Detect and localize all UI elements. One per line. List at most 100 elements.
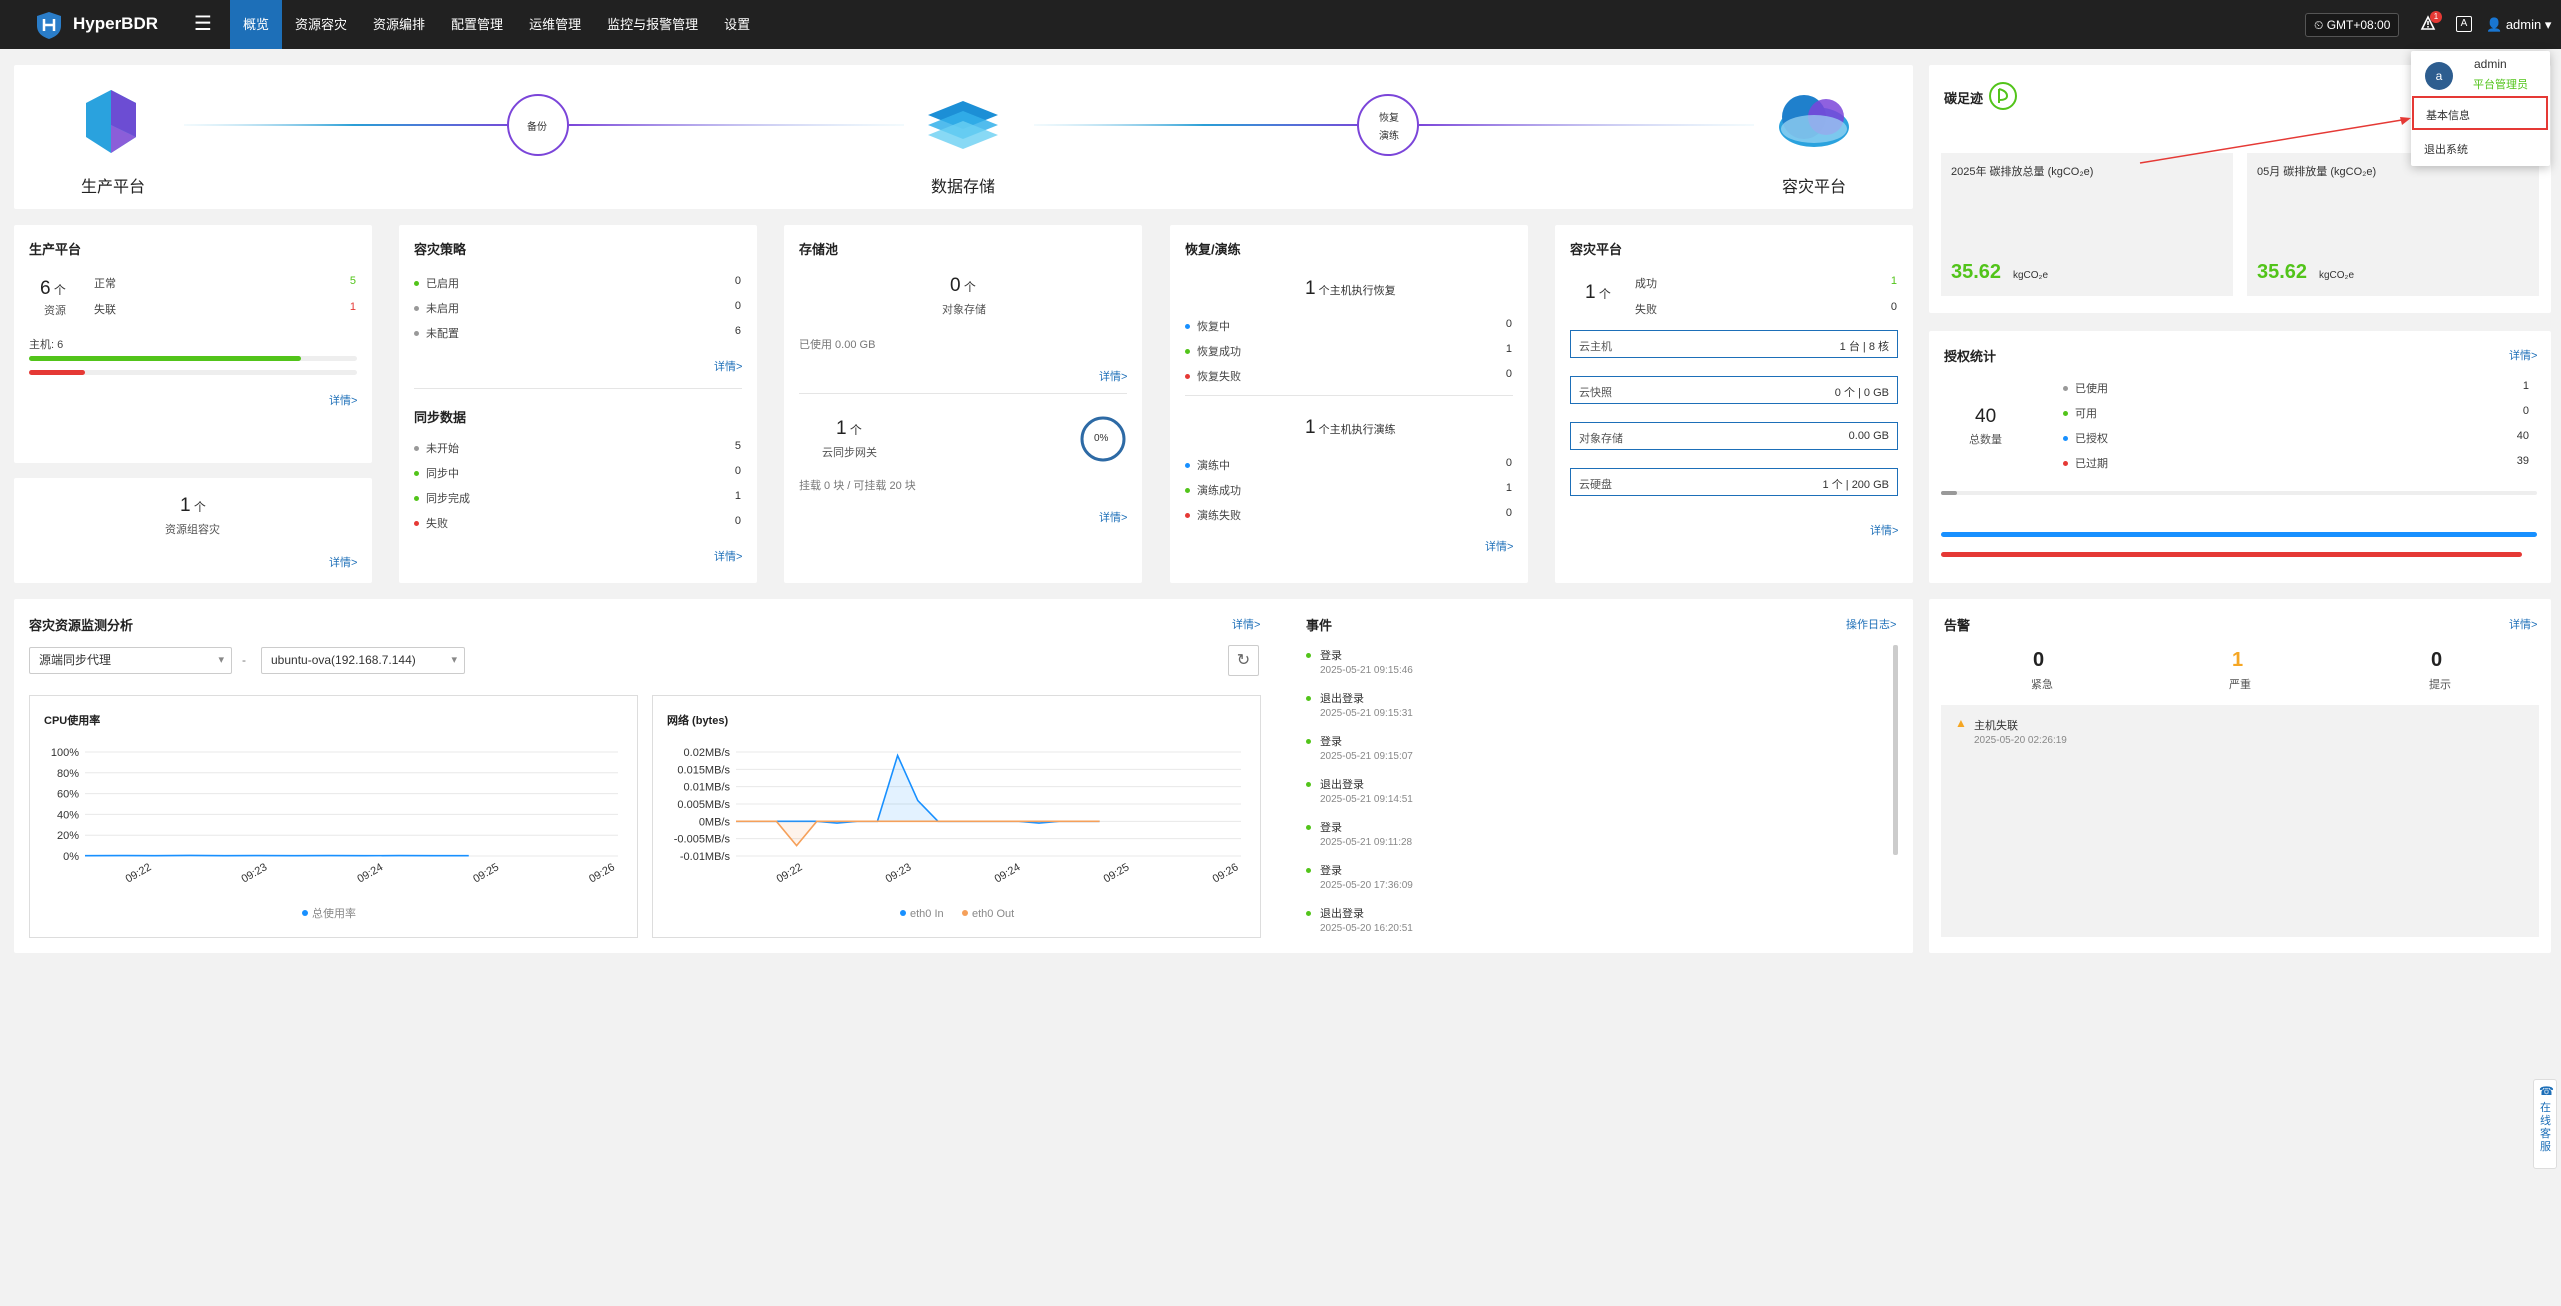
recovery-detail-link[interactable]: 详情> xyxy=(1485,538,1513,554)
carbon-year-box: 2025年 碳排放总量 (kgCO₂e) 35.62 kgCO₂e xyxy=(1941,153,2233,296)
legend-label: eth0 In xyxy=(910,908,944,920)
menu-item-profile[interactable]: 基本信息 xyxy=(2412,96,2548,130)
event-time: 2025-05-20 17:36:09 xyxy=(1320,880,1413,891)
group-detail-link[interactable]: 详情> xyxy=(329,554,357,570)
event-name: 登录 xyxy=(1320,865,1342,877)
event-item[interactable]: 登录 2025-05-20 17:36:09 xyxy=(1306,862,1866,900)
policy-detail-link[interactable]: 详情> xyxy=(714,358,742,374)
alert-time: 2025-05-20 02:26:19 xyxy=(1974,735,2067,746)
cloud-host-box[interactable]: 云主机 1 台 | 8 核 xyxy=(1570,330,1898,358)
refresh-button[interactable]: ↻ xyxy=(1228,645,1259,676)
normal-value: 5 xyxy=(349,275,356,287)
nav-ops[interactable]: 运维管理 xyxy=(516,0,594,49)
storage-detail-link[interactable]: 详情> xyxy=(1099,368,1127,384)
carbon-month-value: 35.62 xyxy=(2257,261,2308,283)
production-title: 生产平台 xyxy=(29,242,82,257)
event-item[interactable]: 登录 2025-05-21 09:15:46 xyxy=(1306,647,1866,685)
nav-orchestration[interactable]: 资源编排 xyxy=(360,0,438,49)
event-item[interactable]: 退出登录 2025-05-20 16:20:51 xyxy=(1306,905,1866,943)
policy-title: 容灾策略 xyxy=(414,242,467,257)
license-authorized-bar xyxy=(1941,532,2537,537)
group-count: 1 xyxy=(180,495,191,516)
normal-bar xyxy=(29,356,302,361)
online-service-button[interactable]: ☎ 在线客服 xyxy=(2533,1079,2557,1169)
menu-item-logout[interactable]: 退出系统 xyxy=(2412,133,2548,161)
sync-title: 同步数据 xyxy=(414,410,467,425)
carbon-year-unit: kgCO₂e xyxy=(2013,270,2049,281)
event-name: 登录 xyxy=(1320,822,1342,834)
gateway-label: 云同步网关 xyxy=(822,447,877,459)
alerts-detail-link[interactable]: 详情> xyxy=(2509,616,2537,632)
carbon-year-label: 2025年 碳排放总量 (kgCO₂e) xyxy=(1951,166,2094,178)
legend-label: eth0 Out xyxy=(972,908,1014,920)
license-detail-link[interactable]: 详情> xyxy=(2509,347,2537,363)
x-tick-label: 09:26 xyxy=(587,861,617,885)
timezone-button[interactable]: ⏲ GMT+08:00 xyxy=(2305,13,2400,37)
language-icon[interactable]: A xyxy=(2456,16,2472,32)
logo-icon[interactable] xyxy=(34,10,64,40)
event-item[interactable]: 退出登录 2025-05-21 09:15:31 xyxy=(1306,690,1866,728)
y-tick-label: 0.005MB/s xyxy=(677,799,730,811)
user-menu-button[interactable]: 👤 admin ▾ xyxy=(2486,17,2551,33)
events-scrollbar[interactable] xyxy=(1893,645,1898,855)
alert-item[interactable]: ▲ 主机失联 2025-05-20 02:26:19 xyxy=(1941,705,2539,755)
nav-config[interactable]: 配置管理 xyxy=(438,0,516,49)
menu-toggle-icon[interactable]: ☰ xyxy=(194,11,212,36)
warning-icon: ▲ xyxy=(1955,716,1967,730)
user-name: admin xyxy=(2505,17,2542,32)
event-item[interactable]: 登录 2025-05-21 09:15:07 xyxy=(1306,733,1866,771)
cpu-chart-pane: CPU使用率 100% 80% 60% 40% 20% 0% 09:22 09:23 09:24… xyxy=(29,695,638,938)
dr-detail-link[interactable]: 详情> xyxy=(1870,522,1898,538)
operation-log-link[interactable]: 操作日志> xyxy=(1846,616,1896,632)
event-time: 2025-05-21 09:15:46 xyxy=(1320,665,1413,676)
event-dot xyxy=(1306,825,1311,830)
recovery-head: 个主机执行恢复 xyxy=(1318,285,1396,297)
host-count: 6 xyxy=(57,339,64,351)
event-time: 2025-05-21 09:14:51 xyxy=(1320,794,1413,805)
event-item[interactable]: 登录 2025-05-21 09:11:28 xyxy=(1306,819,1866,857)
y-tick-label: -0.01MB/s xyxy=(680,851,731,863)
x-tick-label: 09:22 xyxy=(124,861,154,885)
event-dot xyxy=(1306,911,1311,916)
chevron-down-icon: ▾ xyxy=(451,654,457,666)
license-card: 授权统计 详情> 40 总数量 已使用 1 可用 0 已授权 40 已过期 39 xyxy=(1929,331,2551,583)
agent-select[interactable]: 源端同步代理 ▾ xyxy=(29,647,232,674)
brand-name: HyperBDR xyxy=(73,14,159,33)
gateway-detail-link[interactable]: 详情> xyxy=(1099,509,1127,525)
y-tick-label: 0% xyxy=(63,851,79,863)
nav-resource-dr[interactable]: 资源容灾 xyxy=(282,0,360,49)
sync-detail-link[interactable]: 详情> xyxy=(714,548,742,564)
severe-count: 1 xyxy=(2232,649,2244,671)
production-card: 生产平台 6 个 资源 正常 5 失联 1 主机: 6 详情> xyxy=(14,225,372,463)
urgent-count: 0 xyxy=(2033,649,2045,671)
x-tick-label: 09:22 xyxy=(775,861,805,885)
monitor-detail-link[interactable]: 详情> xyxy=(1232,616,1260,632)
normal-label: 正常 xyxy=(94,278,116,290)
urgent-label: 紧急 xyxy=(2031,679,2053,691)
event-time: 2025-05-21 09:15:07 xyxy=(1320,751,1413,762)
lost-bar xyxy=(29,370,85,375)
host-select[interactable]: ubuntu-ova(192.168.7.144) ▾ xyxy=(261,647,465,674)
monitor-title: 容灾资源监测分析 xyxy=(29,618,134,633)
nav-monitor[interactable]: 监控与报警管理 xyxy=(594,0,711,49)
storage-card: 存储池 0 个 对象存储 已使用 0.00 GB 详情> 1 个 云同步网关 0… xyxy=(784,225,1142,583)
storage-title: 存储池 xyxy=(799,242,839,257)
nav-overview[interactable]: 概览 xyxy=(230,0,283,49)
event-item[interactable]: 退出登录 2025-05-21 09:14:51 xyxy=(1306,776,1866,814)
nav-settings[interactable]: 设置 xyxy=(711,0,763,49)
host-label: 主机 xyxy=(29,339,51,351)
resource-label: 资源 xyxy=(44,305,66,317)
cloud-snapshot-box[interactable]: 云快照 0 个 | 0 GB xyxy=(1570,376,1898,404)
resource-group-card: 1 个 资源组容灾 详情> xyxy=(14,478,372,583)
recovery-title: 恢复/演练 xyxy=(1185,242,1241,257)
event-dot xyxy=(1306,696,1311,701)
x-tick-label: 09:26 xyxy=(1211,861,1241,885)
object-storage-box[interactable]: 对象存储 0.00 GB xyxy=(1570,422,1898,450)
top-bar: HyperBDR ☰ 概览 资源容灾 资源编排 配置管理 运维管理 监控与报警管… xyxy=(0,0,2561,49)
x-tick-label: 09:25 xyxy=(1102,861,1132,885)
dr-count: 1 xyxy=(1585,282,1596,303)
cloud-disk-box[interactable]: 云硬盘 1 个 | 200 GB xyxy=(1570,468,1898,496)
production-detail-link[interactable]: 详情> xyxy=(329,392,357,408)
production-platform-icon xyxy=(86,90,136,153)
x-tick-label: 09:24 xyxy=(355,861,385,885)
